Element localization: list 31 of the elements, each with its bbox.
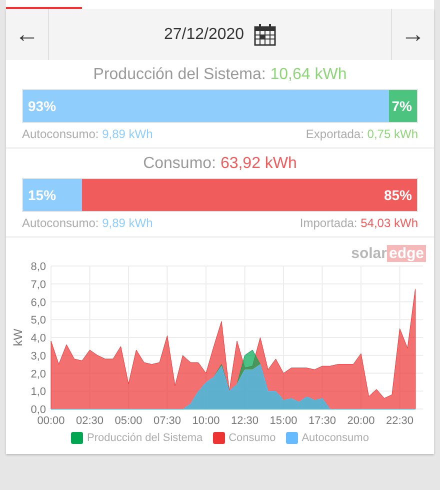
grid-energy-label: Importada: 54,03 kWh	[300, 216, 418, 230]
self-consumption-label: Autoconsumo: 9,89 kWh	[22, 127, 153, 141]
bar-segment: 93%	[23, 90, 390, 122]
section-heading: Producción del Sistema: 10,64 kWh	[92, 66, 348, 84]
x-tick-label: 05:00	[114, 415, 142, 427]
x-tick-label: 12:30	[230, 415, 259, 427]
bar-segment: 7%	[389, 90, 417, 122]
x-tick-label: 07:30	[153, 415, 182, 427]
x-tick-label: 02:30	[76, 415, 104, 427]
x-tick-label: 20:00	[347, 415, 375, 427]
axis-title: kW	[11, 328, 25, 346]
x-tick-label: 00:00	[37, 415, 65, 427]
x-tick-label: 15:00	[270, 415, 298, 427]
y-tick-label: 3,0	[30, 350, 46, 362]
logo: solaredge	[351, 245, 426, 262]
y-tick-label: 8,0	[30, 261, 46, 273]
y-tick-label: 7,0	[30, 278, 46, 291]
y-tick-label: 2,0	[30, 368, 46, 380]
x-tick-label: 22:30	[386, 415, 414, 427]
y-tick-label: 4,0	[30, 332, 46, 344]
x-tick-label: 17:30	[308, 415, 336, 427]
y-tick-label: 0,0	[30, 404, 46, 416]
y-tick-label: 1,0	[30, 386, 46, 398]
grid-energy-label: Exportada: 0,75 kWh	[306, 127, 418, 141]
x-tick-label: 10:00	[192, 415, 220, 427]
self-consumption-label: Autoconsumo: 9,89 kWh	[22, 216, 153, 230]
section-heading: Consumo: 63,92 kWh	[142, 155, 298, 173]
y-tick-label: 5,0	[30, 314, 46, 327]
y-tick-label: 6,0	[30, 296, 46, 309]
bar-segment: 15%	[23, 179, 82, 211]
bar-segment: 85%	[82, 179, 417, 211]
